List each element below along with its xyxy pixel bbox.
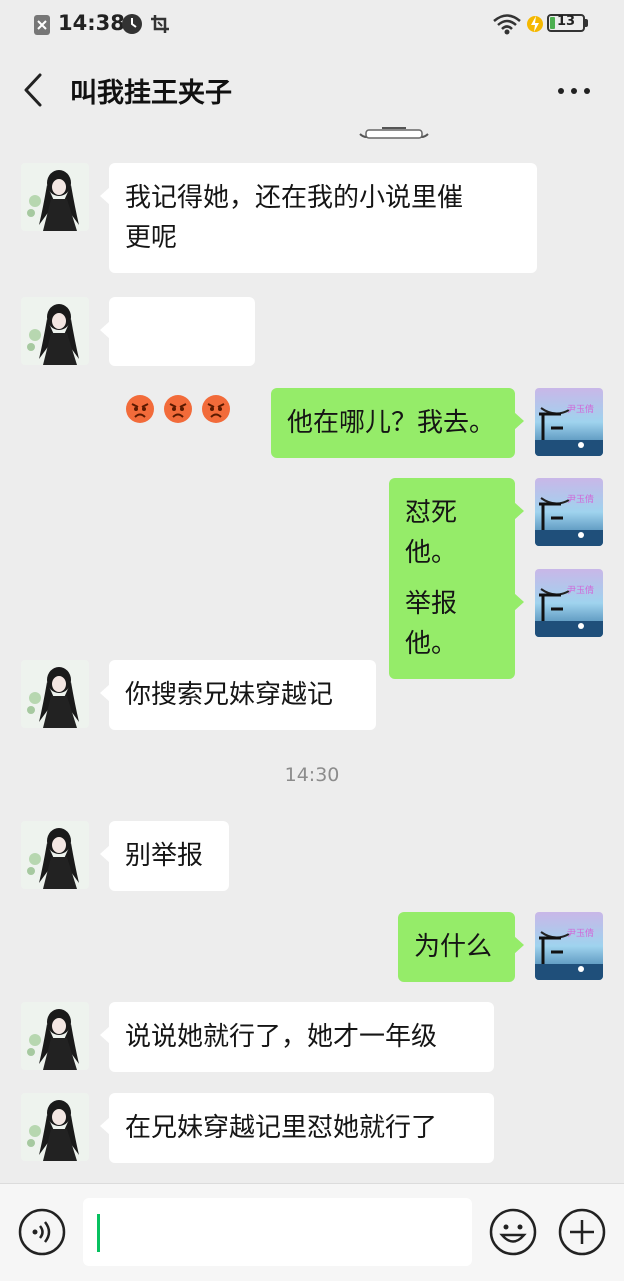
svg-text:尹玉倩: 尹玉倩 [567, 584, 594, 596]
notification-blocked-icon [34, 15, 50, 35]
my-avatar[interactable]: 尹玉倩 [535, 388, 603, 456]
message-bubble-outgoing[interactable]: 他在哪儿？我去。 [271, 388, 524, 458]
angry-face-emoji [164, 395, 192, 423]
smiley-icon[interactable] [489, 1208, 537, 1256]
svg-text:尹玉倩: 尹玉倩 [567, 403, 594, 415]
contact-avatar[interactable] [21, 163, 89, 231]
message-bubble-incoming[interactable] [100, 297, 255, 423]
more-dots-icon[interactable] [556, 84, 592, 98]
contact-avatar[interactable] [21, 297, 89, 365]
message-bubble-incoming[interactable]: 说说她就行了，她才一年级 [100, 1002, 494, 1072]
status-bar: 14:38 13 [0, 0, 624, 50]
message-bubble-incoming[interactable]: 别举报 [100, 821, 229, 891]
battery-tip [585, 19, 588, 27]
my-avatar[interactable]: 尹玉倩 [535, 569, 603, 637]
clock-badge-icon [122, 14, 142, 34]
contact-avatar[interactable] [21, 660, 89, 728]
charging-icon [527, 16, 543, 32]
battery-level: 13 [556, 14, 576, 29]
contact-avatar[interactable] [21, 1093, 89, 1161]
voice-icon[interactable] [18, 1208, 66, 1256]
wifi-icon [493, 14, 521, 35]
my-avatar[interactable]: 尹玉倩 [535, 478, 603, 546]
status-time: 14:38 [58, 11, 125, 35]
svg-text:尹玉倩: 尹玉倩 [567, 493, 594, 505]
message-bubble-incoming[interactable]: 你搜索兄妹穿越记 [100, 660, 376, 730]
battery-icon: 13 [547, 14, 585, 32]
contact-avatar[interactable] [21, 821, 89, 889]
message-bubble-incoming[interactable]: 在兄妹穿越记里怼她就行了 [100, 1093, 494, 1163]
message-bubble-outgoing[interactable]: 为什么 [398, 912, 524, 982]
contact-avatar[interactable] [21, 1002, 89, 1070]
plus-circle-icon[interactable] [558, 1208, 606, 1256]
text-caret [97, 1214, 100, 1252]
input-bar [0, 1183, 624, 1281]
screenshot-icon [151, 15, 169, 33]
chat-title: 叫我挂王夹子 [70, 78, 232, 109]
angry-face-emoji [202, 395, 230, 423]
partial-sticker [359, 127, 429, 139]
my-avatar[interactable]: 尹玉倩 [535, 912, 603, 980]
message-input[interactable] [83, 1198, 472, 1266]
chat-header: 叫我挂王夹子 [0, 50, 624, 132]
chevron-left-icon[interactable] [20, 72, 50, 108]
message-bubble-incoming[interactable]: 我记得她，还在我的小说里催 更呢 [100, 163, 537, 273]
message-bubble-outgoing[interactable]: 举报他。 [389, 569, 524, 679]
message-timestamp: 14:30 [284, 764, 340, 786]
svg-text:尹玉倩: 尹玉倩 [567, 927, 594, 939]
angry-face-emoji [126, 395, 154, 423]
